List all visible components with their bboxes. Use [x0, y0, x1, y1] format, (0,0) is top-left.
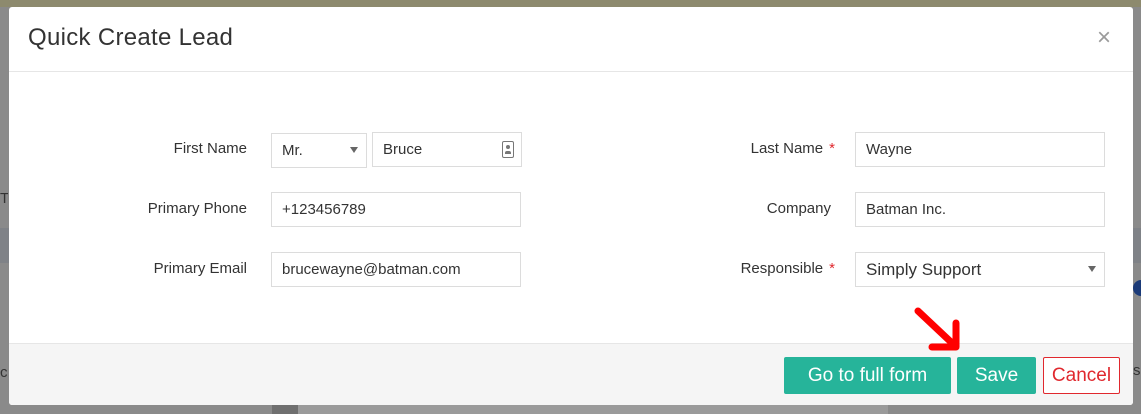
primary-phone-value: +123456789	[282, 201, 366, 218]
first-name-input[interactable]: Bruce	[372, 132, 522, 167]
backdrop-text-fragment: T	[0, 190, 8, 207]
responsible-value: Simply Support	[866, 259, 982, 279]
company-value: Batman Inc.	[866, 201, 947, 218]
modal-header: Quick Create Lead ×	[9, 7, 1133, 72]
primary-email-value: brucewayne@batman.com	[282, 261, 461, 278]
backdrop-text-fragment: c	[0, 364, 8, 381]
cancel-button[interactable]: Cancel	[1043, 357, 1120, 394]
company-label: Company	[766, 200, 831, 217]
go-to-full-form-button[interactable]: Go to full form	[784, 357, 951, 394]
salutation-select[interactable]: Mr.	[271, 133, 367, 168]
primary-phone-input[interactable]: +123456789	[271, 192, 521, 227]
contact-card-icon[interactable]	[502, 141, 514, 158]
primary-email-label: Primary Email	[153, 260, 247, 277]
responsible-select[interactable]: Simply Support	[855, 252, 1105, 287]
backdrop-badge	[1133, 280, 1141, 296]
responsible-label-text: Responsible	[740, 260, 824, 277]
modal-title: Quick Create Lead	[28, 24, 234, 51]
first-name-label: First Name	[173, 140, 247, 157]
primary-phone-label: Primary Phone	[147, 200, 247, 217]
last-name-value: Wayne	[866, 141, 913, 158]
last-name-input[interactable]: Wayne	[855, 132, 1105, 167]
backdrop-text-fragment: s	[1133, 362, 1141, 379]
backdrop-block	[298, 404, 888, 414]
quick-create-lead-modal: Quick Create Lead × First Name Mr. Bruce…	[9, 7, 1133, 405]
first-name-value: Bruce	[383, 141, 423, 158]
company-input[interactable]: Batman Inc.	[855, 192, 1105, 227]
annotation-arrow-icon	[914, 307, 960, 351]
chevron-down-icon	[1088, 266, 1096, 272]
required-marker: *	[829, 140, 835, 157]
chevron-down-icon	[350, 147, 358, 153]
responsible-label: Responsible *	[699, 260, 835, 277]
salutation-value: Mr.	[282, 142, 303, 159]
save-button[interactable]: Save	[957, 357, 1036, 394]
close-icon[interactable]: ×	[1097, 26, 1111, 50]
last-name-label: Last Name *	[699, 140, 835, 157]
last-name-label-text: Last Name	[750, 140, 824, 157]
required-marker: *	[829, 260, 835, 277]
primary-email-input[interactable]: brucewayne@batman.com	[271, 252, 521, 287]
backdrop-topbar	[0, 0, 1141, 7]
modal-footer: Go to full form Save Cancel	[9, 343, 1133, 405]
backdrop-block	[272, 404, 298, 414]
